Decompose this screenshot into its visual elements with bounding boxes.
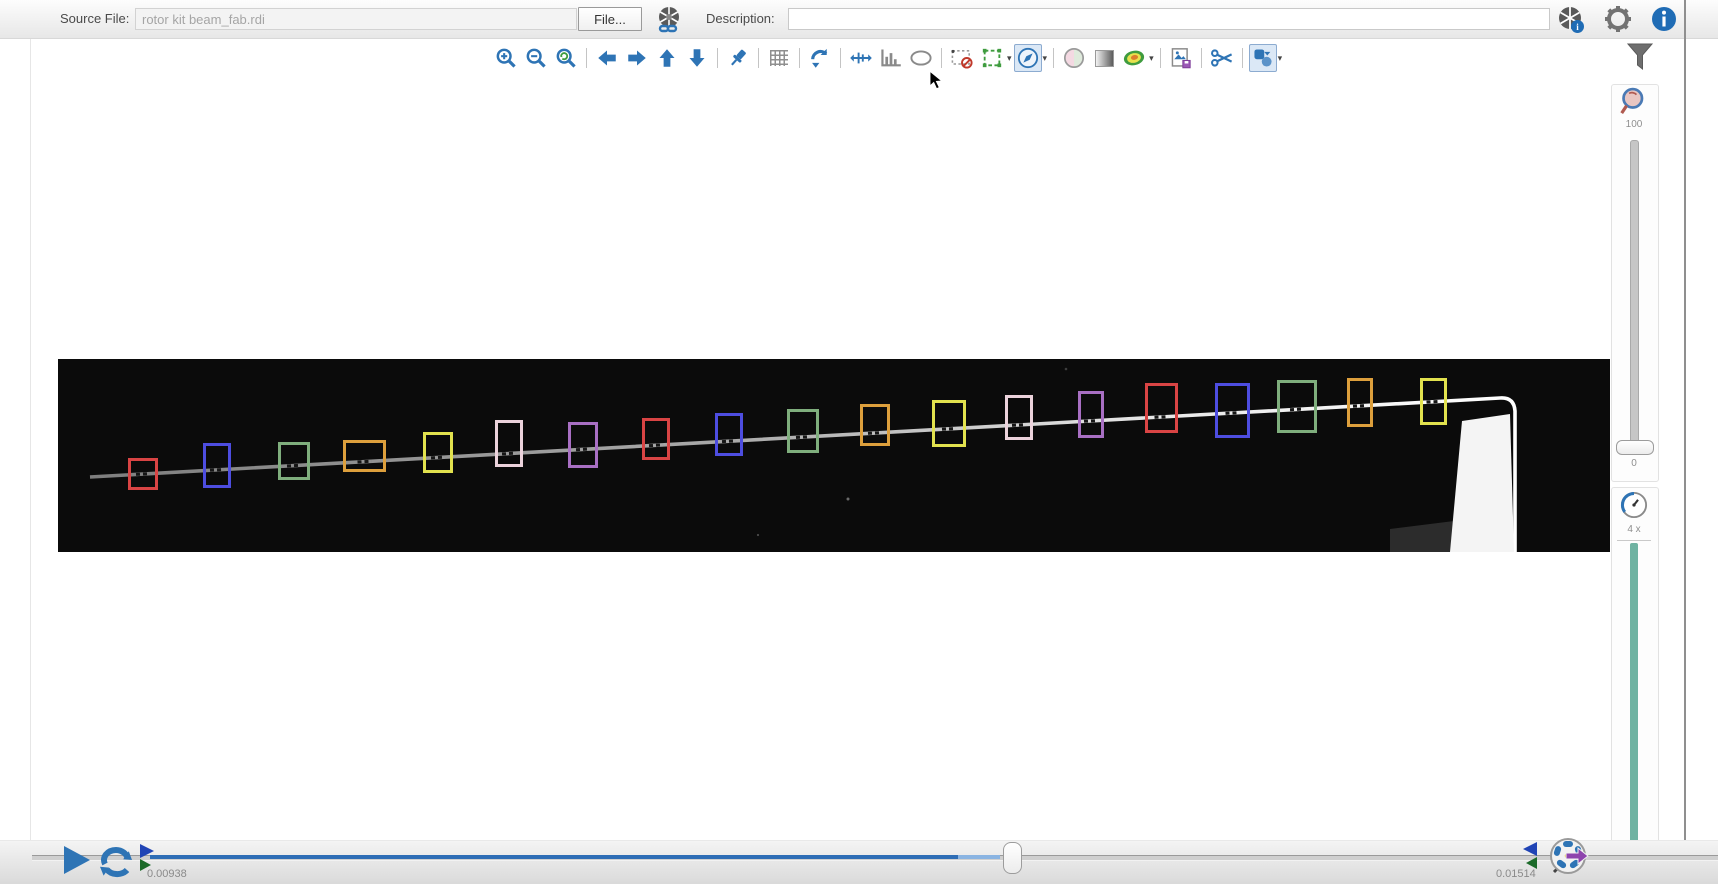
circle-overlay-icon[interactable] — [1060, 44, 1088, 72]
gradient-icon — [1095, 50, 1114, 67]
transport-bar — [0, 840, 1718, 884]
export-image-icon[interactable] — [1167, 44, 1195, 72]
settings-gear-icon[interactable] — [1604, 5, 1632, 38]
source-file-input[interactable] — [135, 8, 577, 30]
header-bar: Source File: File... Description: — [0, 0, 1718, 39]
tracking-box-13[interactable] — [1005, 395, 1033, 440]
motion-analysis-icon[interactable] — [1249, 44, 1277, 72]
tracking-box-9[interactable] — [715, 413, 743, 456]
tracking-box-11[interactable] — [860, 404, 890, 446]
filter-icon[interactable] — [1625, 42, 1655, 79]
tracking-box-6[interactable] — [495, 420, 523, 467]
pan-left-icon[interactable] — [593, 44, 621, 72]
zoom-slider-track[interactable] — [1630, 140, 1639, 450]
pan-up-icon[interactable] — [653, 44, 681, 72]
zoom-reset-icon[interactable] — [552, 44, 580, 72]
speed-slider-max-tick — [1617, 540, 1651, 541]
window-left-border — [30, 0, 31, 884]
timeline-progress — [150, 855, 958, 859]
tracking-box-8[interactable] — [642, 418, 670, 460]
video-frame-view[interactable] — [58, 359, 1610, 552]
remove-point-icon[interactable] — [948, 44, 976, 72]
tracking-box-2[interactable] — [203, 443, 231, 488]
timeline-start-value: 0.00938 — [147, 868, 187, 880]
timeline-progress-light — [958, 855, 1000, 859]
tracking-box-16[interactable] — [1215, 383, 1250, 438]
support-block — [1450, 414, 1514, 552]
tracking-box-15[interactable] — [1145, 383, 1178, 433]
zoom-in-icon[interactable] — [492, 44, 520, 72]
zoom-slider-thumb[interactable] — [1616, 440, 1654, 455]
shutter-link-icon[interactable] — [656, 6, 682, 39]
tracking-box-3[interactable] — [278, 442, 310, 480]
tracking-box-18[interactable] — [1347, 378, 1373, 427]
pan-right-icon[interactable] — [623, 44, 651, 72]
gradient-map-icon[interactable] — [1090, 44, 1118, 72]
region-select-dropdown[interactable]: ▾ — [1007, 53, 1012, 64]
ellipse-tool-icon[interactable] — [907, 44, 935, 72]
tracking-box-17[interactable] — [1277, 380, 1317, 433]
timeline-end-value: 0.01514 — [1496, 868, 1536, 880]
grid-icon-btn[interactable] — [765, 44, 793, 72]
mouse-cursor — [928, 70, 944, 95]
speed-value-label: 4 x — [1611, 524, 1657, 535]
tracking-box-5[interactable] — [423, 432, 453, 473]
compass-dropdown[interactable]: ▾ — [1043, 53, 1048, 64]
tracking-box-4[interactable] — [343, 440, 386, 472]
compass-tracking-icon[interactable] — [1014, 44, 1042, 72]
timeline-thumb[interactable] — [1003, 842, 1022, 874]
shutter-info-icon[interactable]: i — [1556, 5, 1586, 40]
tracking-box-19[interactable] — [1420, 378, 1447, 425]
play-button[interactable] — [62, 844, 92, 881]
grid-icon — [770, 50, 788, 66]
info-icon[interactable] — [1650, 5, 1678, 38]
file-button[interactable]: File... — [578, 7, 642, 31]
zoom-min-label: 0 — [1611, 458, 1657, 469]
zoom-out-icon[interactable] — [522, 44, 550, 72]
description-label: Description: — [706, 11, 775, 26]
vertical-separator — [1684, 0, 1686, 852]
rotate-view-icon[interactable] — [806, 44, 834, 72]
zoom-max-label: 100 — [1611, 119, 1657, 130]
histogram-icon[interactable] — [877, 44, 905, 72]
motion-dropdown[interactable]: ▾ — [1278, 53, 1283, 64]
pin-icon[interactable] — [724, 44, 752, 72]
main-toolbar: ▾ ▾ ▾ ▾ — [492, 43, 1282, 73]
loop-button[interactable] — [96, 842, 136, 883]
speed-clock-icon — [1619, 490, 1649, 525]
tracking-box-14[interactable] — [1078, 391, 1104, 438]
description-input[interactable] — [788, 8, 1550, 30]
zoom-magnifier-icon — [1618, 86, 1650, 123]
speed-slider-track[interactable] — [1630, 543, 1638, 852]
tracking-box-12[interactable] — [932, 400, 966, 447]
tracking-box-10[interactable] — [787, 409, 819, 453]
contour-map-icon[interactable] — [1120, 44, 1148, 72]
signal-trace-icon[interactable] — [847, 44, 875, 72]
region-select-icon[interactable] — [978, 44, 1006, 72]
scissors-icon[interactable] — [1208, 44, 1236, 72]
film-reel-icon[interactable] — [1544, 834, 1590, 884]
tracking-box-1[interactable] — [128, 458, 158, 490]
contour-dropdown[interactable]: ▾ — [1149, 53, 1154, 64]
pan-down-icon[interactable] — [683, 44, 711, 72]
tracking-box-7[interactable] — [568, 422, 598, 468]
source-file-label: Source File: — [60, 11, 129, 26]
